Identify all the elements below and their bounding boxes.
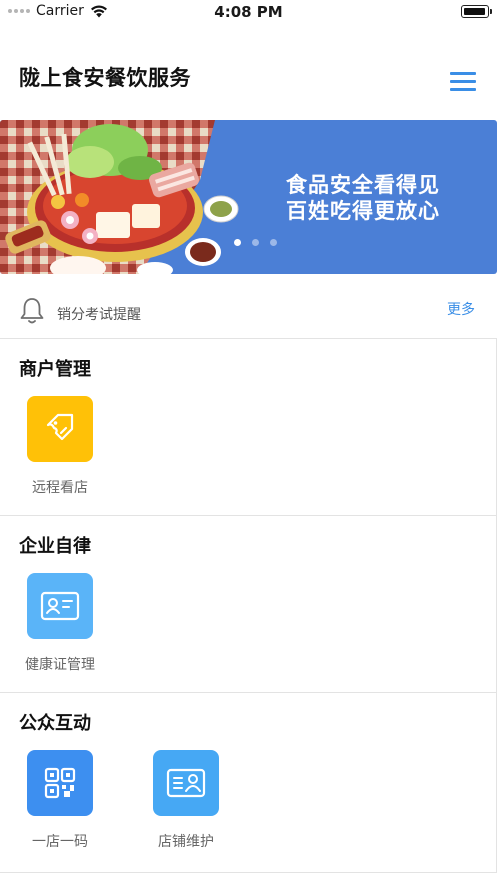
status-time: 4:08 PM [214,3,283,21]
section-merchant-management: 商户管理 远程看店 [0,338,497,515]
store-tag-icon[interactable] [27,396,93,462]
status-bar: Carrier 4:08 PM [0,0,497,24]
page-dot-3[interactable] [270,239,277,246]
page-dot-1[interactable] [234,239,241,246]
banner-page-indicator[interactable] [234,239,277,246]
notice-row[interactable]: 销分考试提醒 更多 [0,290,497,338]
profile-card-icon[interactable] [153,750,219,816]
page-dot-2[interactable] [252,239,259,246]
app-title: 陇上食安餐饮服务 [19,66,191,90]
section-title: 企业自律 [19,536,91,557]
promo-banner[interactable]: 食品安全看得见 百姓吃得更放心 [0,120,497,274]
banner-slogan-line1: 食品安全看得见 [286,173,440,197]
tile-label: 店铺维护 [158,834,214,850]
bell-icon [20,298,44,324]
tile-health-certificate[interactable]: 健康证管理 [15,573,105,674]
section-public-interaction: 公众互动 一店一码 店铺维护 [0,692,497,872]
battery-icon [461,5,492,18]
tile-label: 一店一码 [32,834,88,850]
notice-text: 销分考试提醒 [57,307,141,323]
tile-label: 健康证管理 [25,657,95,673]
tile-remote-store[interactable]: 远程看店 [15,396,105,497]
tile-one-store-one-code[interactable]: 一店一码 [15,750,105,851]
bottom-divider [0,872,497,873]
section-title: 公众互动 [19,713,91,734]
section-self-discipline: 企业自律 健康证管理 [0,515,497,692]
qr-code-icon[interactable] [27,750,93,816]
section-title: 商户管理 [19,359,91,380]
hamburger-menu-icon[interactable] [450,71,476,91]
tile-store-maintenance[interactable]: 店铺维护 [141,750,231,851]
banner-slogan-line2: 百姓吃得更放心 [286,199,440,223]
hotpot-food-illustration [0,120,239,274]
banner-slogan: 食品安全看得见 百姓吃得更放心 [286,172,440,224]
more-link[interactable]: 更多 [447,299,475,319]
tile-label: 远程看店 [32,480,88,496]
id-card-icon[interactable] [27,573,93,639]
